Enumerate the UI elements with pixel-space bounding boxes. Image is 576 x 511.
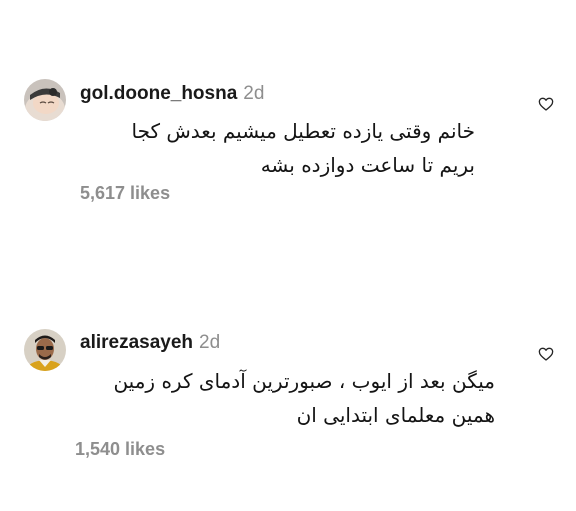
avatar[interactable] [24, 329, 66, 371]
username[interactable]: gol.doone_hosna [80, 83, 237, 104]
man-avatar-icon [24, 329, 66, 371]
comment-line: خانم وقتی یازده تعطیل میشیم بعدش کجا [131, 119, 476, 143]
timestamp: 2d [199, 332, 221, 353]
comment-line: بریم تا ساعت دوازده بشه [260, 153, 475, 177]
username[interactable]: alirezasayeh [80, 332, 193, 353]
heart-outline-icon[interactable] [538, 96, 554, 112]
comment-text: میگن بعد از ایوب ، صبورترین آدمای کره زم… [65, 364, 495, 432]
avatar[interactable] [24, 79, 66, 121]
likes-count[interactable]: 5,617 likes [80, 183, 170, 204]
comment-header: gol.doone_hosna 2d [80, 81, 264, 106]
comment-line: میگن بعد از ایوب ، صبورترین آدمای کره زم… [113, 369, 495, 393]
timestamp: 2d [243, 83, 265, 104]
baby-avatar-icon [24, 79, 66, 121]
heart-outline-icon[interactable] [538, 346, 554, 362]
comment-text: خانم وقتی یازده تعطیل میشیم بعدش کجا بری… [75, 114, 476, 182]
comment-header: alirezasayeh 2d [80, 330, 220, 355]
comment-line: همین معلمای ابتدایی ان [296, 403, 495, 427]
likes-count[interactable]: 1,540 likes [75, 439, 165, 460]
